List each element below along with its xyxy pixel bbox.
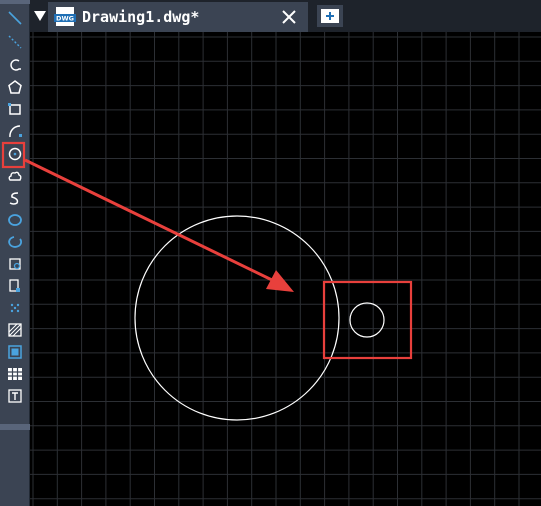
revision-cloud-tool-button[interactable] bbox=[4, 166, 26, 186]
line-icon bbox=[8, 11, 22, 25]
rectangle-icon bbox=[8, 103, 21, 115]
gradient-icon bbox=[8, 345, 22, 359]
arc-tool-button[interactable] bbox=[4, 121, 26, 141]
tab-list-button[interactable] bbox=[32, 8, 48, 24]
polyline-tool-button[interactable] bbox=[4, 55, 26, 75]
inner-circle[interactable] bbox=[349, 302, 385, 338]
point-tool-button[interactable] bbox=[4, 298, 26, 318]
triangle-down-icon bbox=[34, 11, 46, 21]
line-tool-button[interactable] bbox=[4, 8, 26, 28]
polygon-tool-button[interactable] bbox=[4, 77, 26, 97]
spline-tool-button[interactable] bbox=[4, 188, 26, 208]
ellipse-arc-tool-button[interactable] bbox=[4, 232, 26, 252]
svg-text:DWG: DWG bbox=[56, 15, 74, 23]
new-drawing-icon bbox=[321, 9, 339, 23]
dwg-file-icon: DWG bbox=[54, 7, 76, 26]
revision-cloud-icon bbox=[8, 171, 22, 181]
ellipse-arc-icon bbox=[8, 236, 23, 248]
toolbar-grip[interactable] bbox=[0, 0, 30, 4]
gradient-tool-button[interactable] bbox=[4, 342, 26, 362]
construction-line-icon bbox=[8, 35, 22, 49]
ellipse-tool-button[interactable] bbox=[4, 210, 26, 230]
arc-icon bbox=[9, 125, 22, 138]
polygon-icon bbox=[8, 80, 22, 94]
tab-title: Drawing1.dwg* bbox=[82, 8, 200, 26]
polyline-icon bbox=[10, 59, 21, 71]
circle-tool-button[interactable] bbox=[4, 144, 26, 164]
model-space bbox=[30, 32, 541, 506]
rectangle-tool-button[interactable] bbox=[4, 99, 26, 119]
make-block-icon bbox=[9, 279, 20, 292]
close-icon[interactable] bbox=[280, 8, 298, 26]
insert-block-icon bbox=[9, 258, 21, 270]
new-tab-button[interactable] bbox=[317, 5, 343, 27]
spline-icon bbox=[9, 192, 19, 205]
grid bbox=[30, 32, 541, 506]
ellipse-icon bbox=[8, 214, 22, 226]
make-block-tool-button[interactable] bbox=[4, 276, 26, 296]
insert-block-tool-button[interactable] bbox=[4, 254, 26, 274]
construction-line-tool-button[interactable] bbox=[4, 32, 26, 52]
circle-icon bbox=[8, 147, 22, 161]
multiline-text-tool-button[interactable] bbox=[4, 386, 26, 406]
hatch-tool-button[interactable] bbox=[4, 320, 26, 340]
drawing-canvas[interactable] bbox=[30, 32, 541, 506]
table-icon bbox=[8, 368, 22, 380]
table-tool-button[interactable] bbox=[4, 364, 26, 384]
tab-drawing1[interactable]: DWG Drawing1.dwg* bbox=[48, 2, 308, 32]
hatch-icon bbox=[8, 323, 22, 337]
document-tab-bar: DWG Drawing1.dwg* bbox=[30, 0, 541, 32]
multiline-text-icon bbox=[8, 389, 22, 403]
toolbar-bottom-grip bbox=[0, 424, 30, 430]
point-icon bbox=[10, 303, 20, 313]
outer-circle[interactable] bbox=[134, 215, 340, 421]
draw-toolbar bbox=[0, 0, 30, 506]
